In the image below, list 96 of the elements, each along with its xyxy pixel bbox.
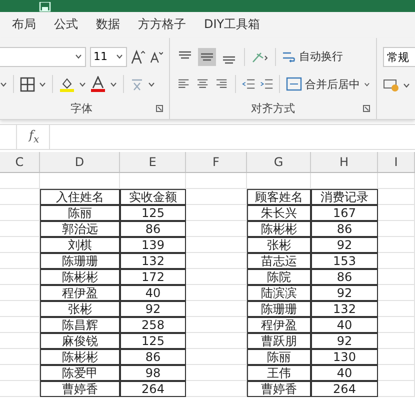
table-cell: 172 <box>120 269 186 285</box>
dialog-launcher-icon[interactable] <box>363 105 370 112</box>
table-cell: 86 <box>120 349 186 365</box>
ribbon-tab[interactable]: 方方格子 <box>138 14 194 36</box>
column-header[interactable]: F <box>186 152 247 172</box>
table-cell: 132 <box>120 253 186 269</box>
dropdown-icon[interactable] <box>364 82 370 87</box>
table-cell: 167 <box>311 205 378 221</box>
table-cell: 张彬 <box>40 301 120 317</box>
ribbon-tab[interactable]: DIY工具箱 <box>204 14 268 36</box>
group-label: 字体 <box>70 101 92 118</box>
column-header[interactable]: C <box>0 152 40 172</box>
group-label: 对齐方式 <box>251 101 295 118</box>
dropdown-icon[interactable] <box>79 82 86 87</box>
table-cell: 92 <box>311 333 378 349</box>
table-cell: 86 <box>311 269 378 285</box>
table-cell: 40 <box>311 317 378 333</box>
table-cell: 132 <box>311 301 378 317</box>
table-cell: 朱长兴 <box>247 205 311 221</box>
merge-center-button[interactable]: 合并后居中 <box>286 76 360 92</box>
table-cell: 92 <box>311 285 378 301</box>
dialog-launcher-icon[interactable] <box>156 105 163 112</box>
table-cell: 264 <box>120 381 186 397</box>
borders-icon[interactable] <box>20 76 35 92</box>
column-header[interactable]: H <box>311 152 378 172</box>
table-cell: 陈彬彬 <box>40 349 120 365</box>
align-button[interactable] <box>198 48 216 66</box>
table-cell: 264 <box>311 381 378 397</box>
table-cell: 陈昌辉 <box>40 317 120 333</box>
dropdown-icon[interactable] <box>403 82 410 88</box>
table-cell: 陈彬彬 <box>247 221 311 237</box>
number-format-field[interactable]: 常规 <box>383 47 415 67</box>
table-cell: 陈院 <box>247 269 311 285</box>
table-cell: 程伊盈 <box>247 317 311 333</box>
ribbon-tab[interactable]: 公式 <box>54 14 86 36</box>
fill-color-icon[interactable] <box>59 76 75 92</box>
wrap-text-button[interactable]: 自动换行 <box>282 49 343 64</box>
ribbon-tab[interactable]: 布局 <box>12 14 44 36</box>
ribbon-tab[interactable]: 数据 <box>96 14 128 36</box>
table-cell: 125 <box>120 333 186 349</box>
function-button[interactable]: f$_{x}$ <box>29 128 40 146</box>
header-cell: 入住姓名 <box>40 189 120 205</box>
table-cell: 92 <box>311 237 378 253</box>
decrease-indent-icon[interactable] <box>242 77 256 92</box>
table-cell: 麻俊锐 <box>40 333 120 349</box>
column-header[interactable]: I <box>378 152 415 172</box>
table-cell: 258 <box>120 317 186 333</box>
dropdown-icon <box>116 54 124 60</box>
font-color-icon[interactable] <box>90 76 106 92</box>
font-name-field[interactable] <box>0 46 86 67</box>
table-cell: 王伟 <box>247 365 311 381</box>
table-cell: 86 <box>311 221 378 237</box>
table-cell: 40 <box>311 365 378 381</box>
table-cell: 陆滨滨 <box>247 285 311 301</box>
dropdown-icon[interactable] <box>148 82 155 87</box>
table-cell: 陈彬彬 <box>40 269 120 285</box>
table-cell: 曹婷香 <box>247 381 311 397</box>
table-cell: 陈丽 <box>247 349 311 365</box>
table-cell: 郭治远 <box>40 221 120 237</box>
table-cell: 陈珊珊 <box>40 253 120 269</box>
dropdown-icon[interactable] <box>39 82 46 87</box>
header-cell: 实收金额 <box>120 189 186 205</box>
grow-font-icon[interactable] <box>131 48 146 65</box>
font-size-value: 11 <box>94 50 108 64</box>
table-cell: 92 <box>120 301 186 317</box>
table-cell: 张彬 <box>247 237 311 253</box>
table-cell: 曹跃朋 <box>247 333 311 349</box>
table-cell: 98 <box>120 365 186 381</box>
save-icon[interactable] <box>38 2 52 12</box>
column-header[interactable]: D <box>40 152 120 172</box>
table-cell: 153 <box>311 253 378 269</box>
header-cell: 消费记录 <box>311 189 378 205</box>
table-cell: 陈珊珊 <box>247 301 311 317</box>
column-header[interactable]: E <box>120 152 186 172</box>
dropdown-icon[interactable] <box>0 82 7 87</box>
table-cell: 曹婷香 <box>40 381 120 397</box>
table-cell: 程伊盈 <box>40 285 120 301</box>
table-cell: 刘棋 <box>40 237 120 253</box>
table-cell: 40 <box>120 285 186 301</box>
wrap-text-icon <box>282 50 296 64</box>
table-cell: 苗志运 <box>247 253 311 269</box>
table-cell: 陈丽 <box>40 205 120 221</box>
increase-indent-icon[interactable] <box>260 77 274 92</box>
dropdown-icon[interactable] <box>110 82 117 87</box>
font-size-field[interactable]: 11 <box>90 46 128 67</box>
merge-icon <box>286 77 302 92</box>
currency-format-icon[interactable] <box>383 78 399 92</box>
dropdown-icon <box>74 54 82 60</box>
table-cell: 陈爱甲 <box>40 365 120 381</box>
header-cell: 顾客姓名 <box>247 189 311 205</box>
column-header[interactable]: G <box>247 152 311 172</box>
shrink-font-icon[interactable] <box>150 50 163 64</box>
table-cell: 86 <box>120 221 186 237</box>
table-cell: 125 <box>120 205 186 221</box>
table-cell: 139 <box>120 237 186 253</box>
table-cell: 130 <box>311 349 378 365</box>
